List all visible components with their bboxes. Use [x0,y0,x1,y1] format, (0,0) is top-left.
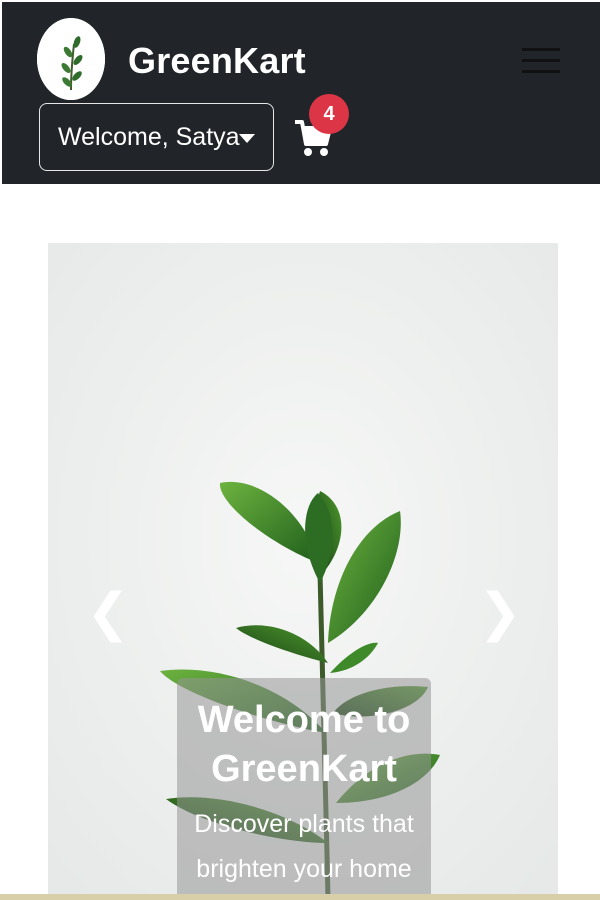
hamburger-line [522,70,560,73]
hamburger-line [522,48,560,51]
chevron-right-icon[interactable]: ❯ [470,583,530,643]
hamburger-icon[interactable] [522,44,562,76]
carousel-caption: Welcome to GreenKart Discover plants tha… [177,678,431,900]
page-bottom-edge [0,894,600,900]
brand-name[interactable]: GreenKart [128,40,306,82]
carousel-subtitle: Discover plants that brighten your home [194,810,414,883]
hamburger-line [522,59,560,62]
chevron-left-icon[interactable]: ❮ [78,583,138,643]
cart-count-badge: 4 [309,94,349,134]
plant-logo-graphic [37,18,105,100]
carousel-title: Welcome to GreenKart [197,699,411,790]
navbar: GreenKart Welcome, Satya 4 [2,2,600,184]
hero-carousel: ❮ ❯ Welcome to GreenKart Discover plants… [48,243,558,900]
caret-down-icon [239,134,255,143]
user-menu-dropdown[interactable]: Welcome, Satya [39,103,274,171]
user-menu-label: Welcome, Satya [58,123,240,151]
plant-logo-icon[interactable] [37,18,105,100]
